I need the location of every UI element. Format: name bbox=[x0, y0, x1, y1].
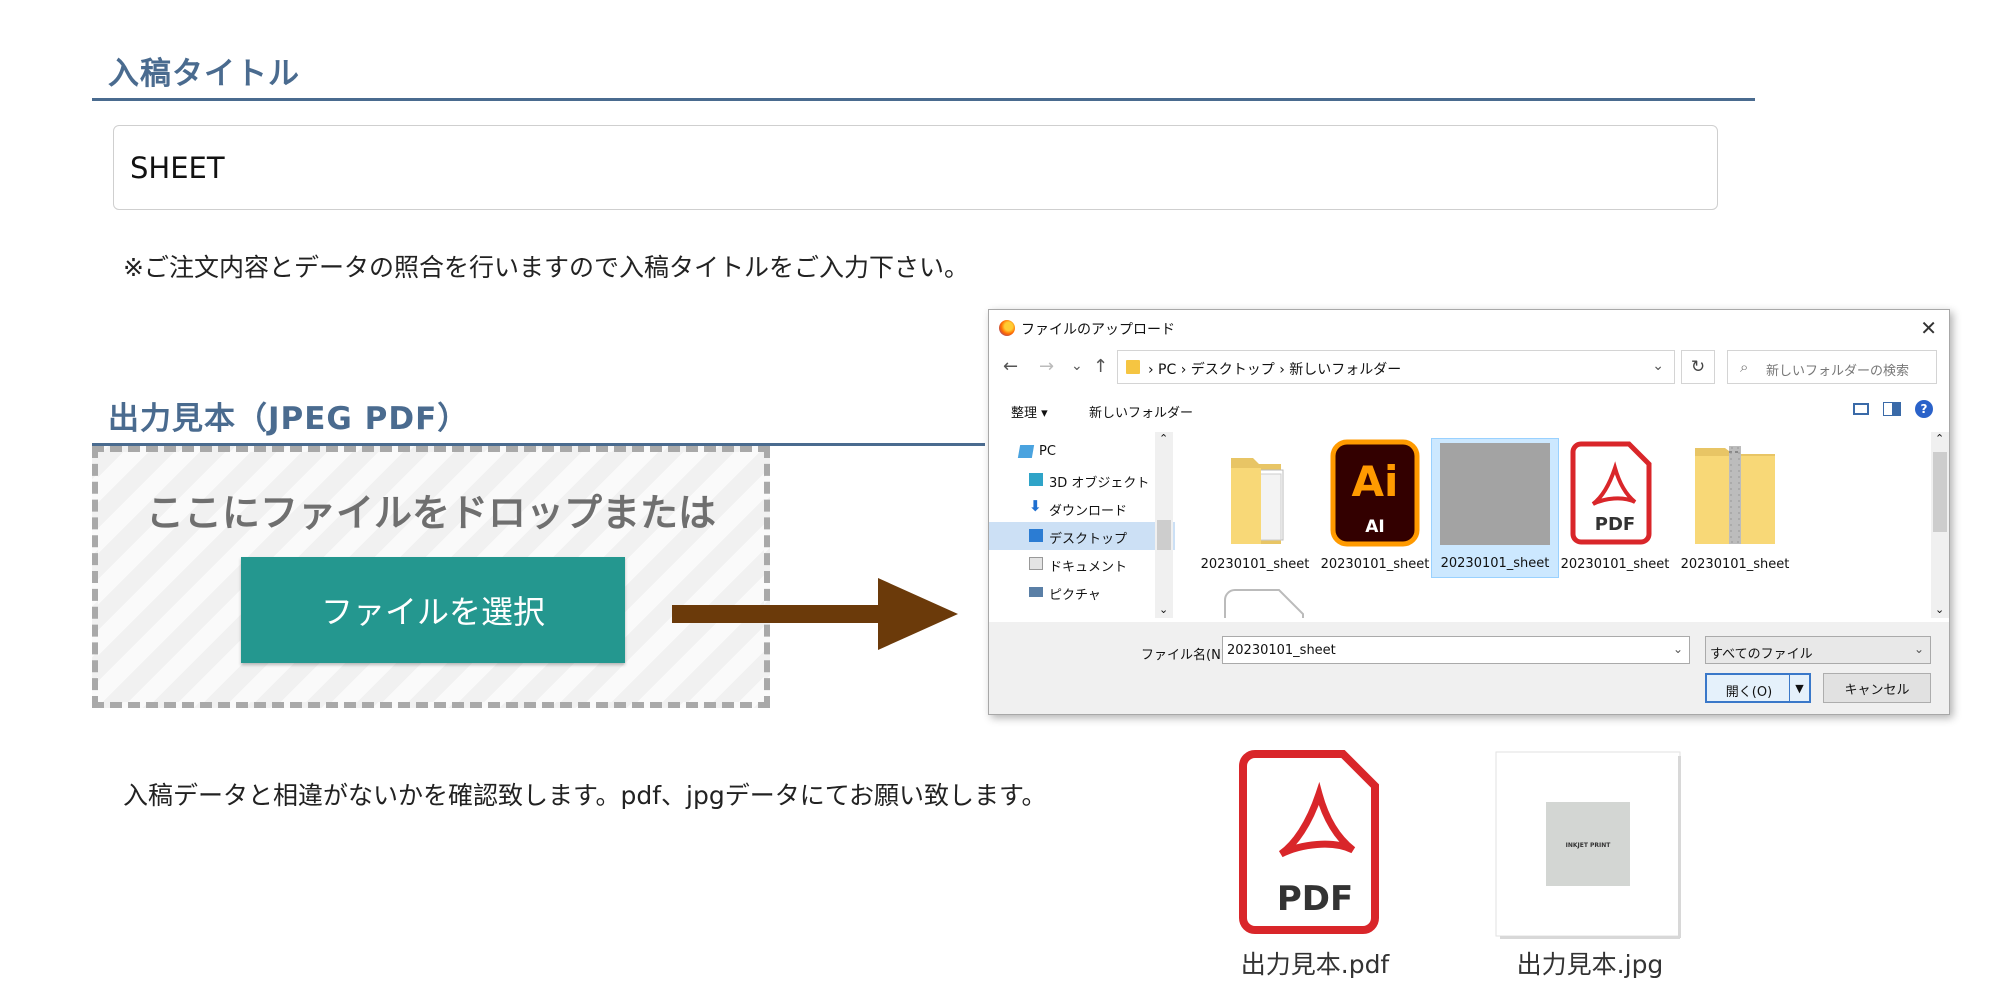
file-list: 20230101_sheet Ai AI 20230101_sheet 2023… bbox=[1179, 432, 1931, 618]
pdf-icon: PDF bbox=[1239, 750, 1379, 934]
tree-scroll-thumb[interactable] bbox=[1157, 520, 1171, 550]
breadcrumb: › PC › デスクトップ › 新しいフォルダー bbox=[1148, 362, 1402, 378]
dialog-titlebar: ファイルのアップロード ✕ bbox=[989, 310, 1949, 346]
forward-arrow-icon[interactable]: → bbox=[1039, 356, 1054, 377]
gray-image-icon bbox=[1440, 443, 1550, 545]
document-icon bbox=[1029, 557, 1043, 570]
filetype-select[interactable]: すべてのファイル ⌄ bbox=[1705, 636, 1931, 664]
view-options-icon[interactable] bbox=[1853, 403, 1869, 415]
preview-jpg-file[interactable]: INKJET PRINT 出力見本.jpg bbox=[1490, 750, 1690, 1000]
illustrator-icon: Ai AI bbox=[1330, 439, 1420, 547]
sample-output-heading: 出力見本（JPEG PDF） bbox=[108, 401, 470, 437]
new-folder-button[interactable]: 新しいフォルダー bbox=[1089, 402, 1193, 421]
preview-pdf-file[interactable]: PDF 出力見本.pdf bbox=[1215, 750, 1415, 1000]
file-item-pdf[interactable]: PDF 20230101_sheet bbox=[1551, 438, 1679, 578]
firefox-icon bbox=[999, 320, 1015, 336]
svg-text:Ai: Ai bbox=[1352, 457, 1399, 506]
preview-jpg-label: 出力見本.jpg bbox=[1516, 950, 1664, 979]
tree-item-pc[interactable]: PC bbox=[989, 438, 1175, 466]
dialog-footer: ファイル名(N): 20230101_sheet ⌄ すべてのファイル ⌄ 開く… bbox=[989, 622, 1949, 714]
tree-item-desktop[interactable]: デスクトップ bbox=[989, 522, 1175, 550]
filename-label: ファイル名(N): bbox=[1141, 648, 1231, 663]
svg-text:PDF: PDF bbox=[1277, 879, 1353, 919]
dialog-title: ファイルのアップロード bbox=[1021, 322, 1175, 338]
dialog-nav-row: ← → ⌄ ↑ › PC › デスクトップ › 新しいフォルダー ⌄ ↻ ⌕ 新… bbox=[989, 350, 1949, 386]
svg-text:AI: AI bbox=[1365, 517, 1384, 537]
preview-pdf-label: 出力見本.pdf bbox=[1240, 950, 1390, 979]
download-icon: ⬇ bbox=[1029, 497, 1042, 515]
zip-folder-icon bbox=[1695, 446, 1775, 544]
upload-title-heading: 入稿タイトル bbox=[108, 56, 300, 92]
chevron-down-icon[interactable]: ⌄ bbox=[1935, 603, 1944, 616]
pictures-icon bbox=[1029, 587, 1043, 597]
tree-item-downloads[interactable]: ⬇ ダウンロード bbox=[989, 494, 1175, 522]
partial-file-icon bbox=[1224, 589, 1304, 618]
address-bar[interactable]: › PC › デスクトップ › 新しいフォルダー ⌄ bbox=[1117, 350, 1675, 384]
tree-item-documents[interactable]: ドキュメント bbox=[989, 550, 1175, 578]
organize-menu[interactable]: 整理 ▾ bbox=[1011, 402, 1048, 421]
svg-text:INKJET PRINT: INKJET PRINT bbox=[1566, 842, 1612, 849]
recent-locations-icon[interactable]: ⌄ bbox=[1071, 358, 1083, 374]
preview-pane-icon[interactable] bbox=[1883, 402, 1901, 416]
help-icon[interactable]: ? bbox=[1915, 400, 1933, 418]
desktop-icon bbox=[1029, 529, 1043, 542]
folder-icon bbox=[1126, 360, 1140, 374]
open-button[interactable]: 開く(O) ▼ bbox=[1705, 673, 1811, 703]
file-list-scrollbar[interactable]: ⌃ ⌄ bbox=[1931, 432, 1949, 618]
navigation-tree: PC 3D オブジェクト ⬇ ダウンロード デスクトップ ドキュメント ピクチャ bbox=[989, 432, 1175, 618]
file-item-illustrator[interactable]: Ai AI 20230101_sheet bbox=[1311, 438, 1439, 578]
search-icon: ⌕ bbox=[1740, 358, 1749, 376]
chevron-down-icon[interactable]: ⌄ bbox=[1652, 358, 1664, 374]
pc-icon bbox=[1017, 445, 1035, 458]
cube-icon bbox=[1029, 473, 1043, 486]
pdf-icon: PDF bbox=[1570, 441, 1652, 545]
file-item-folder[interactable]: 20230101_sheet bbox=[1191, 438, 1319, 578]
upload-title-note: ※ご注文内容とデータの照合を行いますので入稿タイトルをご入力下さい。 bbox=[123, 253, 969, 282]
chevron-down-icon[interactable]: ⌄ bbox=[1673, 642, 1683, 656]
up-arrow-icon[interactable]: ↑ bbox=[1093, 356, 1108, 377]
cancel-button[interactable]: キャンセル bbox=[1823, 673, 1931, 703]
file-list-scroll-thumb[interactable] bbox=[1933, 452, 1947, 532]
search-placeholder: 新しいフォルダーの検索 bbox=[1766, 364, 1910, 379]
chevron-up-icon[interactable]: ⌃ bbox=[1159, 432, 1168, 445]
svg-text:PDF: PDF bbox=[1595, 514, 1635, 535]
right-arrow-icon bbox=[672, 578, 958, 650]
close-icon[interactable]: ✕ bbox=[1920, 316, 1937, 340]
upload-title-input[interactable] bbox=[113, 125, 1718, 210]
dialog-command-bar: 整理 ▾ 新しいフォルダー ? bbox=[989, 392, 1949, 426]
chevron-down-icon: ⌄ bbox=[1913, 642, 1924, 656]
drop-zone-text: ここにファイルをドロップまたは bbox=[145, 491, 716, 535]
refresh-icon[interactable]: ↻ bbox=[1681, 350, 1715, 384]
sample-output-note: 入稿データと相違がないかを確認致します。pdf、jpgデータにてお願い致します。 bbox=[123, 781, 1047, 810]
search-input[interactable]: ⌕ 新しいフォルダーの検索 bbox=[1727, 350, 1937, 384]
chevron-down-icon[interactable]: ⌄ bbox=[1159, 603, 1168, 616]
back-arrow-icon[interactable]: ← bbox=[1003, 356, 1018, 377]
tree-item-pictures[interactable]: ピクチャ bbox=[989, 578, 1175, 606]
jpg-thumbnail-icon: INKJET PRINT bbox=[1495, 751, 1681, 939]
filename-input[interactable]: 20230101_sheet ⌄ bbox=[1222, 636, 1690, 664]
chevron-up-icon[interactable]: ⌃ bbox=[1935, 432, 1944, 445]
file-item-image-selected[interactable]: 20230101_sheet bbox=[1431, 438, 1559, 578]
file-upload-dialog: ファイルのアップロード ✕ ← → ⌄ ↑ › PC › デスクトップ › 新し… bbox=[988, 309, 1950, 715]
tree-item-3d-objects[interactable]: 3D オブジェクト bbox=[989, 466, 1175, 494]
upload-title-rule bbox=[92, 98, 1755, 101]
file-item-zip[interactable]: 20230101_sheet bbox=[1671, 438, 1799, 578]
tree-scrollbar[interactable]: ⌃ ⌄ bbox=[1155, 432, 1173, 618]
select-file-button[interactable]: ファイルを選択 bbox=[241, 557, 625, 663]
folder-icon bbox=[1231, 458, 1284, 544]
open-options-dropdown-icon[interactable]: ▼ bbox=[1789, 675, 1809, 701]
